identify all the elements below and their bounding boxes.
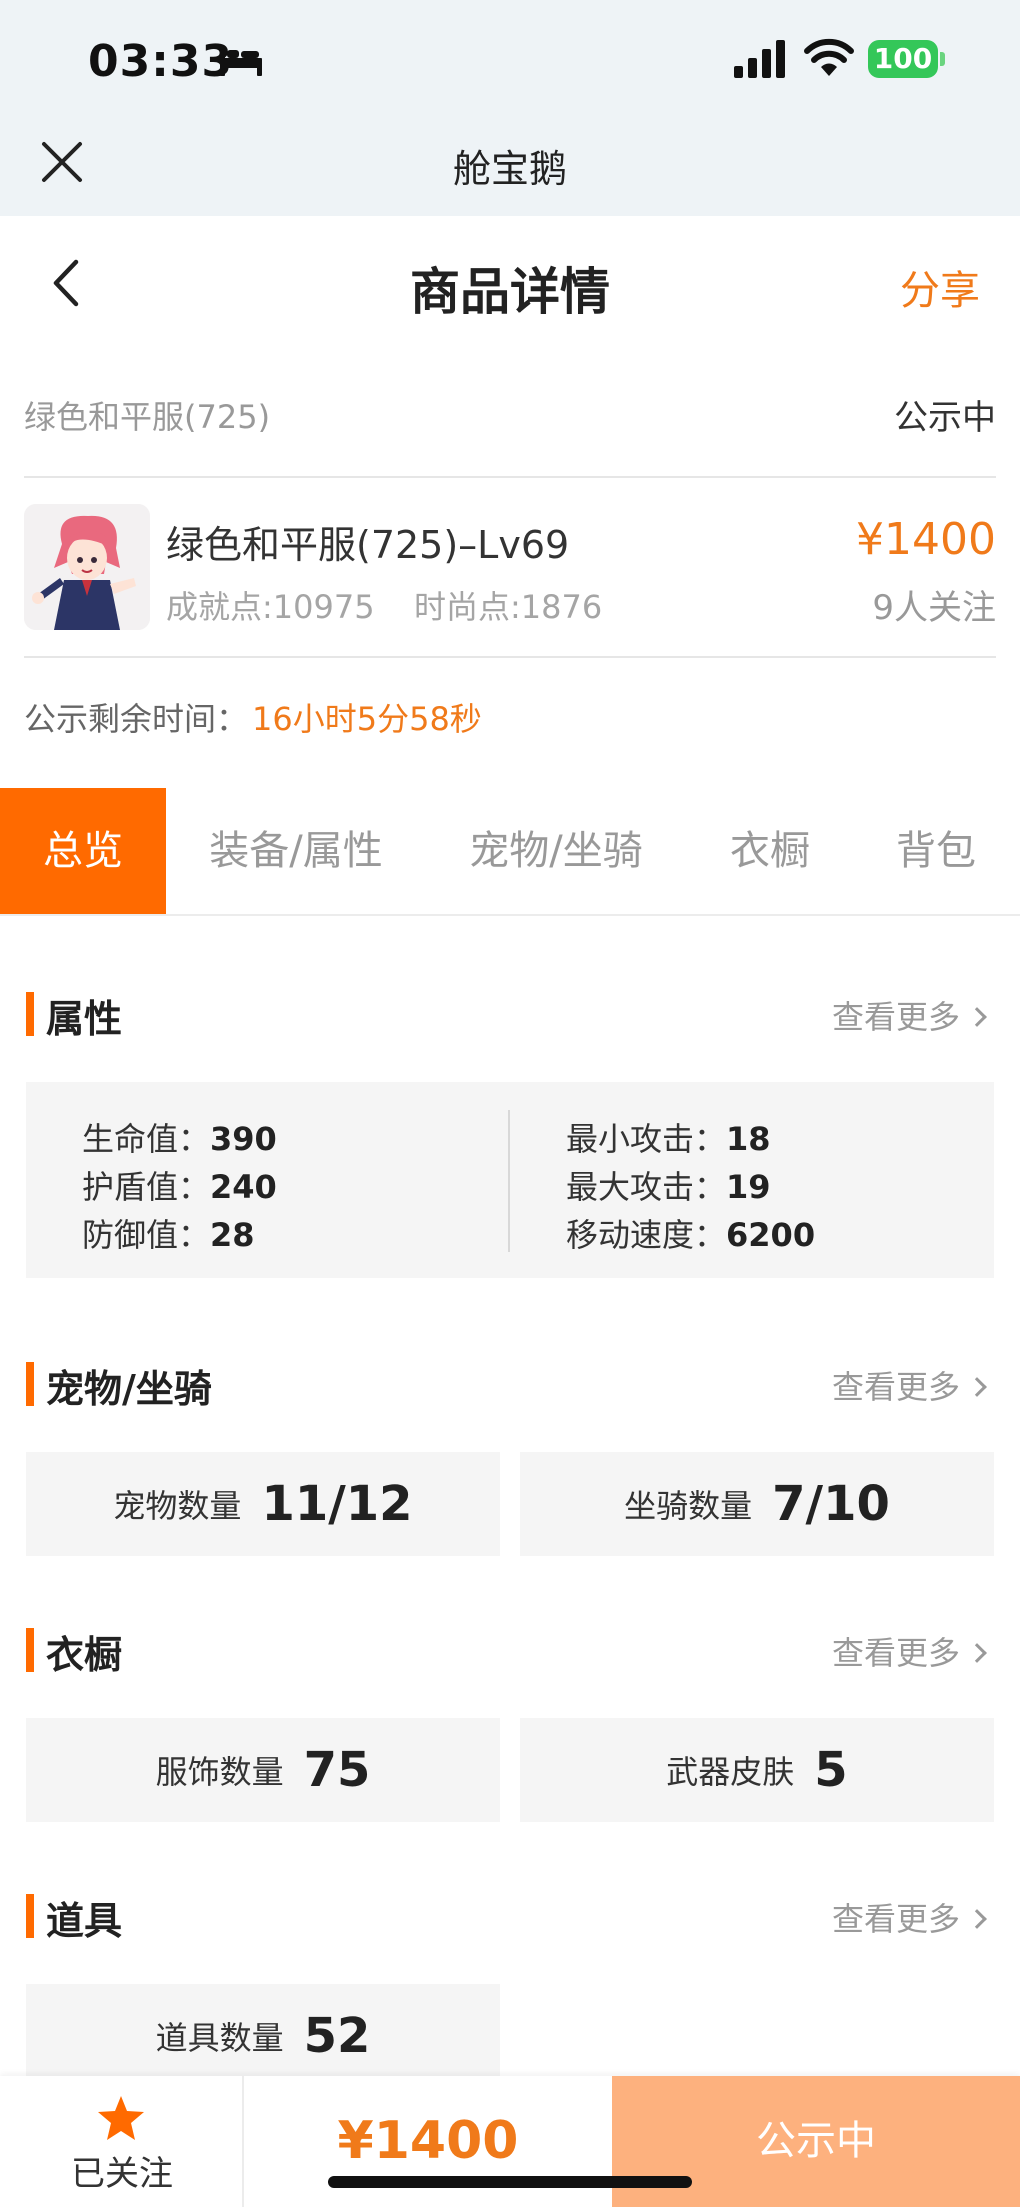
chevron-right-icon	[967, 1909, 987, 1929]
divider	[24, 476, 996, 478]
product-price: ¥1400	[856, 514, 996, 565]
weapon-skin-card[interactable]: 武器皮肤 5	[520, 1718, 994, 1822]
achievement-points: 成就点:10975	[166, 588, 375, 626]
section-title-pets: 宠物/坐骑	[46, 1367, 212, 1411]
follow-button[interactable]: 已关注	[0, 2076, 244, 2207]
section-marker	[26, 1628, 34, 1672]
share-button[interactable]: 分享	[900, 258, 980, 316]
view-more-props[interactable]: 查看更多	[832, 1894, 987, 1940]
attr-defense: 防御值：28	[82, 1216, 255, 1254]
section-marker	[26, 992, 34, 1036]
attr-min-attack: 最小攻击：18	[566, 1120, 771, 1158]
cellular-signal-icon	[734, 40, 785, 78]
view-more-wardrobe[interactable]: 查看更多	[832, 1628, 987, 1674]
attr-divider	[508, 1110, 510, 1252]
attr-shield: 护盾值：240	[82, 1168, 277, 1206]
chevron-right-icon	[967, 1377, 987, 1397]
remaining-time-value: 16小时5分58秒	[252, 700, 482, 738]
tab-backpack[interactable]: 背包	[866, 788, 1006, 914]
tab-bar: 总览 装备/属性 宠物/坐骑 衣橱 背包	[0, 788, 1020, 916]
prop-count-card[interactable]: 道具数量 52	[26, 1984, 500, 2088]
fashion-points: 时尚点:1876	[414, 588, 603, 626]
character-avatar[interactable]	[24, 504, 150, 630]
server-name: 绿色和平服(725)	[24, 398, 271, 436]
wifi-icon	[804, 38, 854, 76]
page-title: 商品详情	[410, 263, 610, 321]
sleep-focus-icon	[220, 50, 262, 76]
section-marker	[26, 1362, 34, 1406]
attributes-panel: 生命值：390 护盾值：240 防御值：28 最小攻击：18 最大攻击：19 移…	[26, 1082, 994, 1278]
attr-move-speed: 移动速度：6200	[566, 1216, 816, 1254]
attr-max-attack: 最大攻击：19	[566, 1168, 771, 1206]
remaining-time-label: 公示剩余时间：	[24, 700, 249, 738]
view-more-pets[interactable]: 查看更多	[832, 1362, 987, 1408]
chevron-right-icon	[967, 1643, 987, 1663]
outfit-count-card[interactable]: 服饰数量 75	[26, 1718, 500, 1822]
section-title-wardrobe: 衣橱	[46, 1633, 123, 1677]
tab-wardrobe[interactable]: 衣橱	[700, 788, 840, 914]
status-label: 公示中	[894, 398, 996, 438]
home-indicator	[328, 2176, 692, 2188]
tab-pets-mounts[interactable]: 宠物/坐骑	[446, 788, 666, 914]
follower-count: 9人关注	[872, 588, 996, 628]
top-bar: 03:33 100 舱宝鹅	[0, 0, 1020, 216]
view-more-attributes[interactable]: 查看更多	[832, 992, 987, 1038]
mini-app-title: 舱宝鹅	[452, 147, 567, 191]
status-time: 03:33	[88, 36, 234, 87]
section-title-attributes: 属性	[46, 997, 123, 1041]
section-title-props: 道具	[46, 1899, 123, 1943]
product-name: 绿色和平服(725)–Lv69	[166, 523, 570, 567]
mount-count-card[interactable]: 坐骑数量 7/10	[520, 1452, 994, 1556]
star-icon	[98, 2096, 144, 2140]
pet-count-card[interactable]: 宠物数量 11/12	[26, 1452, 500, 1556]
battery-tip	[940, 52, 945, 66]
divider	[24, 656, 996, 658]
section-marker	[26, 1894, 34, 1938]
tab-overview[interactable]: 总览	[0, 788, 166, 914]
attr-hp: 生命值：390	[82, 1120, 277, 1158]
chevron-right-icon	[967, 1007, 987, 1027]
battery-indicator: 100	[868, 40, 938, 78]
follow-label: 已关注	[71, 2154, 173, 2194]
tab-equipment[interactable]: 装备/属性	[186, 788, 406, 914]
